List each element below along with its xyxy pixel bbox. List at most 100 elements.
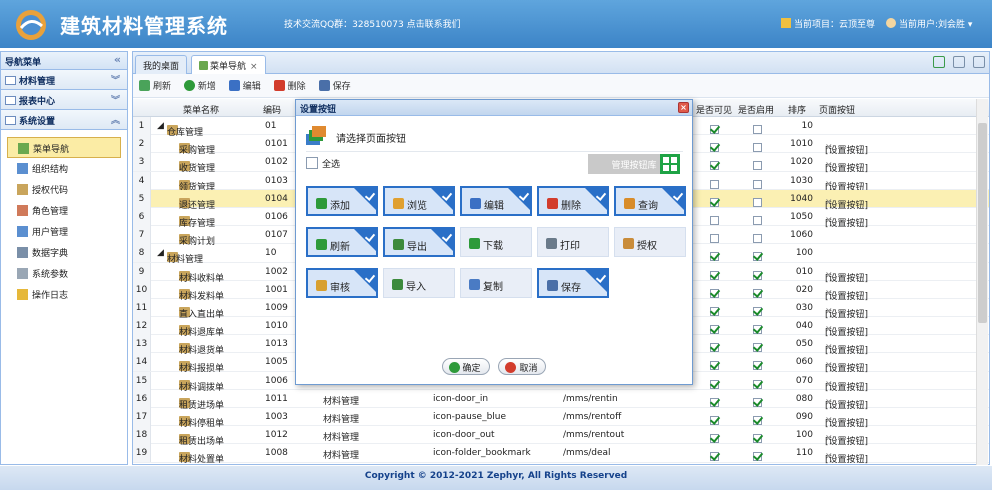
icon-cell: icon-door_out	[433, 430, 495, 441]
code-cell: 0101	[265, 139, 288, 150]
button-option[interactable]: 复制	[460, 268, 532, 298]
cancel-button[interactable]: 取消	[498, 358, 547, 375]
sidebar-item-users[interactable]: 用户管理	[7, 221, 121, 242]
button-option[interactable]: 下载	[460, 227, 532, 257]
chevron-up-icon: ︽	[110, 116, 120, 126]
current-project[interactable]: 当前项目：云顶至尊	[781, 17, 875, 30]
button-option-icon	[624, 198, 635, 209]
button-option[interactable]: 打印	[537, 227, 609, 257]
checkbox-icon	[710, 397, 719, 407]
button-option-icon	[392, 279, 403, 290]
parent-cell: 材料管理	[323, 415, 360, 425]
refresh-icon[interactable]	[933, 56, 945, 68]
url-cell: /mms/deal	[563, 448, 611, 459]
button-option[interactable]: 审核	[306, 268, 378, 298]
col-header-sort[interactable]: 排序	[788, 103, 806, 116]
table-row[interactable]: 19 材料处置单 1008 材料管理 icon-folder_bookmark/mms/…	[133, 444, 989, 465]
button-option[interactable]: 浏览	[383, 186, 455, 216]
sidebar-group-settings[interactable]: 系统设置 ︽	[1, 110, 127, 130]
table-row[interactable]: 16 租赁进场单 1011 材料管理 icon-door_in/mms/rentin 08…	[133, 389, 989, 411]
tree-toggle-icon[interactable]: ◢	[157, 121, 164, 131]
grid-scrollbar[interactable]	[976, 99, 988, 465]
select-all-label: 全选	[322, 160, 341, 170]
close-icon[interactable]: ×	[250, 62, 258, 72]
sidebar-item-label: 系统参数	[32, 270, 69, 280]
button-option[interactable]: 添加	[306, 186, 378, 216]
dialog-header: 设置按钮 ×	[296, 100, 692, 116]
button-option[interactable]: 编辑	[460, 186, 532, 216]
edit-label: 编辑	[242, 82, 261, 92]
col-header-name[interactable]: 菜单名称	[183, 103, 219, 116]
checkbox-icon	[753, 252, 762, 262]
checkbox-icon	[710, 288, 719, 298]
table-row[interactable]: 17 材料停租单 1003 材料管理 icon-pause_blue/mms/rento…	[133, 408, 989, 429]
code-cell: 10	[265, 248, 277, 259]
grid-view-icon[interactable]	[660, 154, 680, 174]
checkbox-icon	[753, 215, 762, 225]
select-all-checkbox[interactable]: 全选	[306, 157, 340, 170]
sidebar-item-logs[interactable]: 操作日志	[7, 284, 121, 305]
tree-toggle-icon[interactable]: ◢	[157, 248, 164, 258]
delete-button[interactable]: 删除	[273, 80, 306, 92]
col-header-code[interactable]: 编码	[263, 103, 281, 116]
button-option-label: 导入	[406, 282, 426, 293]
table-row[interactable]: 18 租赁出场单 1012 材料管理 icon-door_out/mms/rentout…	[133, 426, 989, 447]
sidebar-item-roles[interactable]: 角色管理	[7, 200, 121, 221]
sidebar-item-dictionary[interactable]: 数据字典	[7, 242, 121, 263]
button-option-label: 浏览	[407, 201, 427, 212]
button-option[interactable]: 删除	[537, 186, 609, 216]
button-option-label: 导出	[407, 242, 427, 253]
sidebar-item-params[interactable]: 系统参数	[7, 263, 121, 284]
sidebar-group-reports[interactable]: 报表中心 ︾	[1, 90, 127, 110]
current-user[interactable]: 当前用户:刘会胜 ▾	[886, 17, 972, 30]
code-cell: 1001	[265, 284, 288, 295]
row-number: 8	[133, 244, 151, 263]
checkbox-icon	[753, 197, 762, 207]
button-option[interactable]: 刷新	[306, 227, 378, 257]
sidebar: 导航菜单 « 材料管理 ︾ 报表中心 ︾ 系统设置 ︽ 菜单导航 组织结构 授权代码 角…	[0, 51, 128, 465]
edit-button[interactable]: 编辑	[228, 80, 261, 92]
qq-contact-link[interactable]: 技术交流QQ群：328510073 点击联系我们	[284, 17, 461, 30]
button-option[interactable]: 查询	[614, 186, 686, 216]
checkbox-icon	[710, 179, 719, 189]
button-option[interactable]: 导出	[383, 227, 455, 257]
button-option-icon	[470, 198, 481, 209]
refresh-label: 刷新	[153, 82, 172, 92]
tab-desktop[interactable]: 我的桌面	[135, 55, 188, 74]
current-user-label: 当前用户:刘会胜	[899, 20, 966, 30]
code-cell: 1006	[265, 375, 288, 386]
sidebar-item-auth-code[interactable]: 授权代码	[7, 179, 121, 200]
save-button[interactable]: 保存	[318, 80, 351, 92]
org-icon	[17, 163, 28, 174]
row-number: 17	[133, 408, 151, 426]
sidebar-item-menu-nav[interactable]: 菜单导航	[7, 137, 121, 158]
sidebar-group-materials[interactable]: 材料管理 ︾	[1, 70, 127, 90]
close-icon[interactable]: ×	[678, 102, 689, 113]
add-label: 新增	[197, 82, 216, 92]
button-option[interactable]: 保存	[537, 268, 609, 298]
row-number: 15	[133, 371, 151, 390]
close-icon[interactable]	[973, 56, 985, 68]
maximize-icon[interactable]	[953, 56, 965, 68]
col-header-visible[interactable]: 是否可见	[696, 103, 732, 116]
refresh-button[interactable]: 刷新	[139, 80, 172, 92]
col-header-enabled[interactable]: 是否启用	[738, 103, 774, 116]
row-number: 10	[133, 280, 151, 299]
button-option-icon	[547, 198, 558, 209]
code-cell: 1010	[265, 321, 288, 332]
add-button[interactable]: 新增	[183, 80, 216, 92]
sidebar-item-org[interactable]: 组织结构	[7, 158, 121, 179]
sidebar-item-label: 操作日志	[32, 291, 69, 301]
button-option-icon	[316, 280, 327, 291]
col-header-page-button[interactable]: 页面按钮	[819, 103, 855, 116]
button-option[interactable]: 授权	[614, 227, 686, 257]
checkbox-icon	[710, 234, 719, 244]
collapse-sidebar-icon[interactable]: «	[114, 53, 121, 66]
tab-menu-nav[interactable]: 菜单导航 ×	[191, 55, 266, 74]
scrollbar-thumb[interactable]	[978, 123, 987, 323]
footer: Copyright © 2012-2021 Zephyr, All Rights…	[0, 466, 992, 490]
row-number: 6	[133, 207, 151, 226]
ok-button[interactable]: 确定	[441, 358, 490, 375]
row-number: 5	[133, 189, 151, 208]
button-option[interactable]: 导入	[383, 268, 455, 298]
